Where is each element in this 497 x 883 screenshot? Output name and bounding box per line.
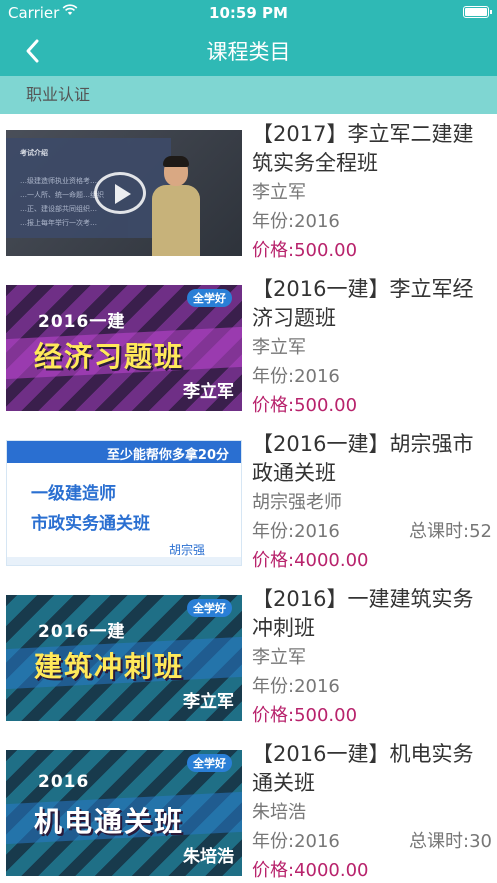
banner-teacher: 李立军 (183, 692, 234, 712)
banner-tagline: 至少能帮你多拿20分 (106, 448, 229, 463)
course-thumbnail: 至少能帮你多拿20分 一级建造师 市政实务通关班 胡宗强 (6, 440, 242, 566)
course-teacher: 李立军 (252, 647, 306, 668)
course-teacher: 朱培浩 (252, 802, 306, 823)
course-info: 【2016】一建建筑实务冲刺班 李立军 年份:2016 价格:500.00 (252, 585, 492, 730)
course-thumbnail: 全学好 2016一建 建筑冲刺班 李立军 (6, 595, 242, 721)
banner-year: 2016 (38, 772, 90, 792)
battery-level-fill (465, 8, 487, 16)
brand-logo: 全学好 (187, 754, 232, 772)
course-year: 年份:2016 (252, 366, 340, 387)
brand-logo: 全学好 (187, 599, 232, 617)
banner-title: 经济习题班 (34, 340, 185, 373)
course-thumbnail: 考试介绍 …级建造师执业资格考… …一人所、统一命题…组织 …正、建设部共同组织… (6, 130, 242, 256)
brand-logo: 全学好 (187, 289, 232, 307)
course-price: 价格:500.00 (252, 240, 358, 261)
slide-text: …报上每年举行一次考… (20, 219, 97, 227)
course-teacher: 李立军 (252, 337, 306, 358)
course-price: 价格:500.00 (252, 395, 358, 416)
course-price: 价格:4000.00 (252, 860, 369, 881)
battery-icon (463, 6, 492, 18)
status-bar: Carrier 10:59 PM (0, 0, 497, 26)
banner-bottom-bar (7, 557, 241, 565)
course-title: 【2017】李立军二建建筑实务全程班 (252, 122, 474, 175)
banner-title: 建筑冲刺班 (34, 650, 185, 683)
navigation-bar: 课程类目 (0, 26, 497, 76)
course-price: 价格:4000.00 (252, 550, 369, 571)
banner-line: 一级建造师 (31, 484, 116, 504)
course-item[interactable]: 至少能帮你多拿20分 一级建造师 市政实务通关班 胡宗强 【2016一建】胡宗强… (0, 424, 497, 579)
course-teacher: 胡宗强老师 (252, 492, 342, 513)
course-teacher: 李立军 (252, 182, 306, 203)
course-info: 【2016一建】李立军经济习题班 李立军 年份:2016 价格:500.00 (252, 275, 492, 420)
course-title: 【2016一建】机电实务通关班 (252, 742, 474, 795)
play-icon[interactable] (94, 172, 146, 214)
category-section-header: 职业认证 (0, 76, 497, 114)
page-title: 课程类目 (206, 40, 291, 64)
banner-teacher: 朱培浩 (183, 847, 234, 867)
banner-year: 2016一建 (38, 622, 126, 642)
course-title: 【2016一建】李立军经济习题班 (252, 277, 474, 330)
course-meta-row: 年份:2016 总课时:30 (252, 827, 492, 856)
course-thumbnail: 全学好 2016 机电通关班 朱培浩 (6, 750, 242, 876)
lecture-slide: 考试介绍 …级建造师执业资格考… …一人所、统一命题…组织 …正、建设部共同组织… (6, 138, 171, 238)
course-year: 年份:2016 (252, 521, 340, 542)
slide-text: …正、建设部共同组织… (20, 205, 97, 213)
course-info: 【2016一建】机电实务通关班 朱培浩 年份:2016 总课时:30 价格:40… (252, 740, 492, 883)
course-info: 【2017】李立军二建建筑实务全程班 李立军 年份:2016 价格:500.00 (252, 120, 492, 265)
course-lessons: 总课时:30 (409, 831, 492, 852)
banner-line: 市政实务通关班 (31, 514, 150, 534)
course-meta-row: 年份:2016 总课时:52 (252, 517, 492, 546)
slide-text: 考试介绍 (20, 149, 48, 157)
course-thumbnail: 全学好 2016一建 经济习题班 李立军 (6, 285, 242, 411)
course-item[interactable]: 全学好 2016 机电通关班 朱培浩 【2016一建】机电实务通关班 朱培浩 年… (0, 734, 497, 883)
course-title: 【2016一建】胡宗强市政通关班 (252, 432, 474, 485)
banner-year: 2016一建 (38, 312, 126, 332)
course-price: 价格:500.00 (252, 705, 358, 726)
course-year: 年份:2016 (252, 831, 340, 852)
banner-teacher: 胡宗强 (168, 543, 205, 557)
banner-title: 机电通关班 (34, 805, 185, 838)
course-lessons: 总课时:52 (409, 521, 492, 542)
lecturer-figure (152, 156, 200, 256)
course-item[interactable]: 全学好 2016一建 建筑冲刺班 李立军 【2016】一建建筑实务冲刺班 李立军… (0, 579, 497, 734)
course-info: 【2016一建】胡宗强市政通关班 胡宗强老师 年份:2016 总课时:52 价格… (252, 430, 492, 575)
banner-top-bar: 至少能帮你多拿20分 (7, 441, 241, 463)
slide-text: …级建造师执业资格考… (20, 177, 97, 185)
course-title: 【2016】一建建筑实务冲刺班 (252, 587, 474, 640)
course-item[interactable]: 全学好 2016一建 经济习题班 李立军 【2016一建】李立军经济习题班 李立… (0, 269, 497, 424)
course-item[interactable]: 考试介绍 …级建造师执业资格考… …一人所、统一命题…组织 …正、建设部共同组织… (0, 114, 497, 269)
banner-teacher: 李立军 (183, 382, 234, 402)
clock: 10:59 PM (209, 4, 288, 22)
course-year: 年份:2016 (252, 211, 340, 232)
slide-text: …一人所、统一命题…组织 (20, 191, 104, 199)
course-year: 年份:2016 (252, 676, 340, 697)
